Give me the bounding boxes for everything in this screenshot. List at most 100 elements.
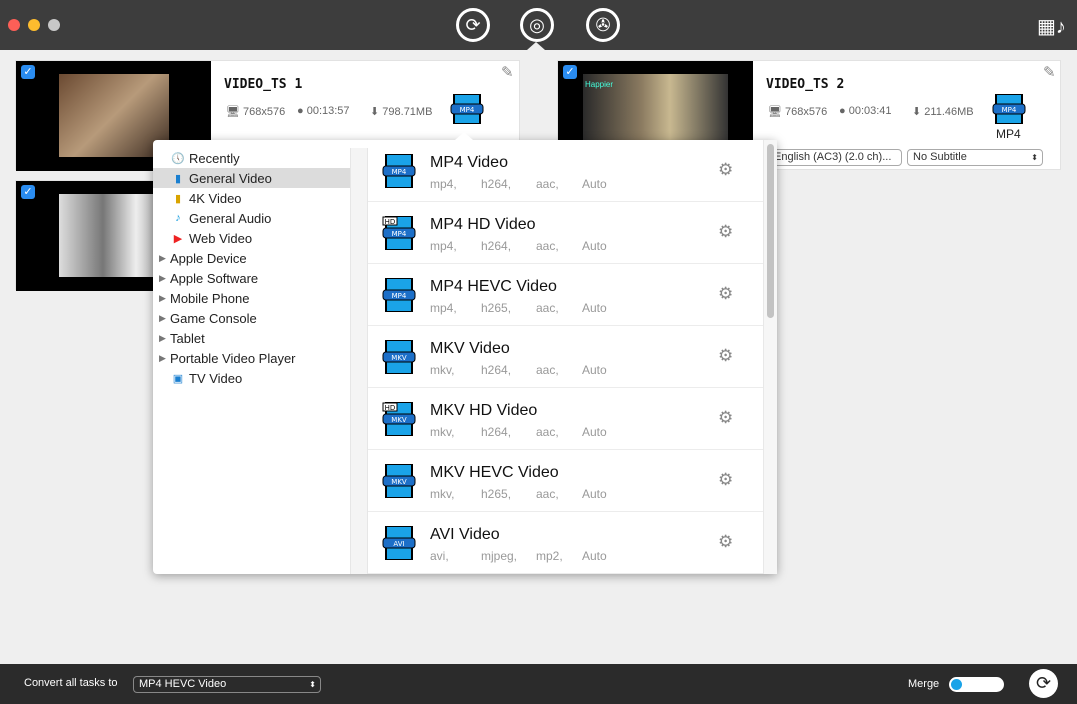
mkv-format-icon: MKV bbox=[382, 463, 416, 499]
film-music-icon[interactable]: ▦♪ bbox=[1037, 14, 1066, 39]
format-row[interactable]: MKV HD MKV HD Video mkv, h264, aac, Auto ⚙ bbox=[368, 388, 763, 450]
scrollbar-thumb[interactable] bbox=[767, 144, 774, 318]
category-portable-video-player[interactable]: ▶ Portable Video Player bbox=[153, 348, 350, 368]
task-checkbox[interactable]: ✓ bbox=[21, 65, 35, 79]
category-tv-video[interactable]: ▣ TV Video bbox=[153, 368, 350, 388]
format-row[interactable]: AVI AVI Video avi, mjpeg, mp2, Auto ⚙ bbox=[368, 512, 763, 574]
mp4-format-icon[interactable]: MP4 bbox=[450, 94, 484, 124]
gear-icon[interactable]: ⚙ bbox=[718, 284, 733, 304]
mp4-format-icon: MP4 HD bbox=[382, 215, 416, 251]
category-tablet[interactable]: ▶ Tablet bbox=[153, 328, 350, 348]
category-label: Portable Video Player bbox=[170, 350, 296, 366]
toggle-knob bbox=[951, 679, 962, 690]
format-row[interactable]: MP4 MP4 HEVC Video mp4, h265, aac, Auto ⚙ bbox=[368, 264, 763, 326]
task-checkbox[interactable]: ✓ bbox=[21, 185, 35, 199]
mp4-format-icon[interactable]: MP4 bbox=[992, 94, 1026, 124]
container-spec: mp4, bbox=[430, 301, 457, 315]
disclosure-triangle-icon[interactable]: ▶ bbox=[159, 353, 170, 364]
duration: ● 00:13:57 bbox=[297, 105, 350, 117]
video-codec-spec: h264, bbox=[481, 177, 512, 191]
category-4k-video[interactable]: ▮ 4K Video bbox=[153, 188, 350, 208]
format-name: MKV Video bbox=[430, 340, 510, 357]
audio-codec-spec: aac, bbox=[536, 301, 559, 315]
resolution-spec: Auto bbox=[582, 239, 607, 253]
category-apple-device[interactable]: ▶ Apple Device bbox=[153, 248, 350, 268]
resolution-value: 768x576 bbox=[785, 106, 828, 118]
gear-icon[interactable]: ⚙ bbox=[718, 532, 733, 552]
disclosure-triangle-icon[interactable]: ▶ bbox=[159, 333, 170, 344]
category-web-video[interactable]: ▶ Web Video bbox=[153, 228, 350, 248]
format-row[interactable]: MKV MKV Video mkv, h264, aac, Auto ⚙ bbox=[368, 326, 763, 388]
convert-start-button[interactable]: ⟳ bbox=[1029, 669, 1058, 698]
video-codec-spec: h265, bbox=[481, 487, 512, 501]
format-row[interactable]: MP4 HD MP4 HD Video mp4, h264, aac, Auto ⚙ bbox=[368, 202, 763, 264]
category-label: 4K Video bbox=[189, 190, 242, 206]
category-label: Web Video bbox=[189, 230, 253, 246]
format-picker-popup: 🕔 Recently ▮ General Video ▮ 4K Video ♪ General… bbox=[153, 132, 777, 574]
audio-codec-spec: aac, bbox=[536, 425, 559, 439]
format-row[interactable]: MKV MKV HEVC Video mkv, h265, aac, Auto ⚙ bbox=[368, 450, 763, 512]
mp4-format-icon: MP4 bbox=[382, 277, 416, 313]
select-arrows-icon: ⬍ bbox=[309, 680, 316, 689]
avi-format-icon: AVI bbox=[382, 525, 416, 561]
svg-text:HD: HD bbox=[385, 218, 396, 226]
disclosure-triangle-icon[interactable]: ▶ bbox=[159, 273, 170, 284]
category-label: Apple Software bbox=[170, 270, 259, 286]
tv-icon: ▣ bbox=[172, 372, 184, 385]
mp4-format-icon: MP4 bbox=[382, 153, 416, 189]
minimize-window-button[interactable] bbox=[28, 19, 40, 31]
close-window-button[interactable] bbox=[8, 19, 20, 31]
svg-text:HD: HD bbox=[385, 404, 396, 412]
svg-text:AVI: AVI bbox=[393, 540, 404, 548]
task-checkbox[interactable]: ✓ bbox=[563, 65, 577, 79]
clock-icon: 🕔 bbox=[171, 152, 185, 165]
audio-codec-spec: mp2, bbox=[536, 549, 563, 563]
file-size: ⬇ 798.71MB bbox=[370, 106, 433, 118]
video-codec-spec: h265, bbox=[481, 301, 512, 315]
mkv-format-icon: MKV bbox=[382, 339, 416, 375]
category-general-audio[interactable]: ♪ General Audio bbox=[153, 208, 350, 228]
disclosure-triangle-icon[interactable]: ▶ bbox=[159, 253, 170, 264]
convert-all-select[interactable]: MP4 HEVC Video ⬍ bbox=[133, 676, 321, 693]
gear-icon[interactable]: ⚙ bbox=[718, 408, 733, 428]
format-name: MP4 HEVC Video bbox=[430, 278, 557, 295]
edit-pencil-icon[interactable]: ✎ bbox=[1043, 63, 1056, 81]
convert-icon[interactable]: ⟳ bbox=[456, 8, 490, 42]
video-codec-spec: mjpeg, bbox=[481, 549, 518, 563]
svg-text:MP4: MP4 bbox=[392, 168, 407, 176]
container-spec: mkv, bbox=[430, 363, 455, 377]
subtitle-select[interactable]: No Subtitle ⬍ bbox=[907, 149, 1043, 166]
audio-codec-spec: aac, bbox=[536, 239, 559, 253]
toolbox-icon[interactable]: ✇ bbox=[586, 8, 620, 42]
category-general-video[interactable]: ▮ General Video bbox=[153, 168, 350, 188]
svg-text:MP4: MP4 bbox=[392, 292, 407, 300]
gear-icon[interactable]: ⚙ bbox=[718, 346, 733, 366]
svg-text:MP4: MP4 bbox=[392, 230, 407, 238]
select-arrows-icon: ⬍ bbox=[1031, 153, 1038, 162]
dvd-convert-icon[interactable]: ◎ bbox=[520, 8, 554, 42]
convert-all-label: Convert all tasks to bbox=[24, 677, 118, 689]
mkv-format-icon: MKV HD bbox=[382, 401, 416, 437]
category-label: Apple Device bbox=[170, 250, 247, 266]
video-codec-spec: h264, bbox=[481, 363, 512, 377]
resolution: 🖥 768x576 bbox=[768, 106, 828, 118]
format-row[interactable]: MP4 MP4 Video mp4, h264, aac, Auto ⚙ bbox=[368, 140, 763, 202]
format-label: MP4 bbox=[996, 127, 1021, 141]
disclosure-triangle-icon[interactable]: ▶ bbox=[159, 293, 170, 304]
task-title: VIDEO_TS 1 bbox=[224, 77, 303, 92]
scrollbar[interactable] bbox=[763, 140, 777, 574]
category-game-console[interactable]: ▶ Game Console bbox=[153, 308, 350, 328]
disclosure-triangle-icon[interactable]: ▶ bbox=[159, 313, 170, 324]
gear-icon[interactable]: ⚙ bbox=[718, 470, 733, 490]
format-name: MP4 Video bbox=[430, 154, 508, 171]
zoom-window-button[interactable] bbox=[48, 19, 60, 31]
gear-icon[interactable]: ⚙ bbox=[718, 160, 733, 180]
edit-pencil-icon[interactable]: ✎ bbox=[501, 63, 514, 81]
merge-toggle[interactable] bbox=[949, 677, 1004, 692]
category-mobile-phone[interactable]: ▶ Mobile Phone bbox=[153, 288, 350, 308]
container-spec: avi, bbox=[430, 549, 449, 563]
category-recently[interactable]: 🕔 Recently bbox=[153, 148, 350, 168]
category-apple-software[interactable]: ▶ Apple Software bbox=[153, 268, 350, 288]
audio-track-select[interactable]: English (AC3) (2.0 ch)... bbox=[768, 149, 902, 166]
gear-icon[interactable]: ⚙ bbox=[718, 222, 733, 242]
